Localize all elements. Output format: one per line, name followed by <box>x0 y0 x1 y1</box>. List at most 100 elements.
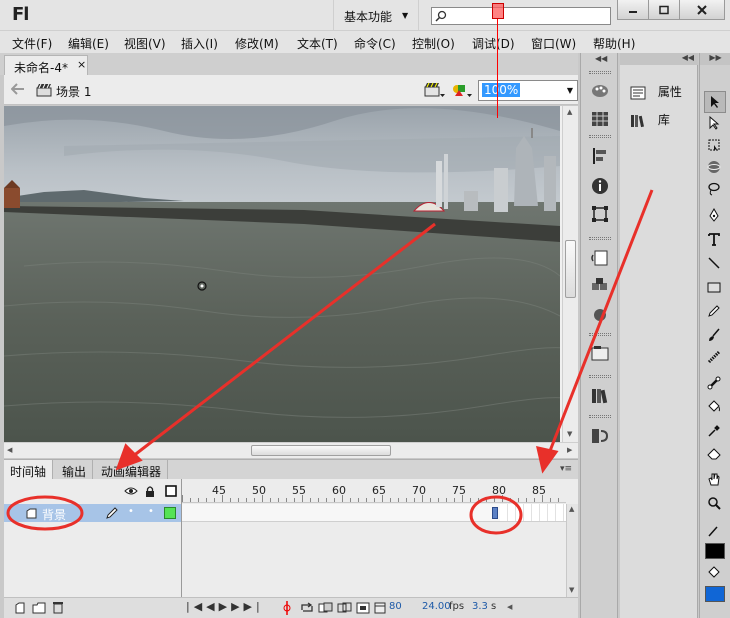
scroll-up-icon[interactable]: ▲ <box>567 108 572 116</box>
selection-tool[interactable] <box>704 91 726 113</box>
library-tab[interactable]: 库 <box>630 111 670 128</box>
tab-output[interactable]: 输出 <box>56 460 94 480</box>
tab-motion-editor[interactable]: 动画编辑器 <box>95 460 169 480</box>
search-input[interactable] <box>431 7 611 25</box>
chevron-down-icon[interactable]: ▼ <box>567 86 573 95</box>
dock-grip[interactable] <box>589 375 611 378</box>
playback-controls[interactable]: |◀◀▶▶▶| <box>186 600 264 613</box>
3d-rotation-tool[interactable] <box>704 157 726 179</box>
dock-grip[interactable] <box>589 415 611 418</box>
info-icon[interactable] <box>591 177 609 195</box>
menu-help[interactable]: 帮助(H) <box>593 35 635 52</box>
stage-hscroll-thumb[interactable] <box>251 445 391 456</box>
center-frame-icon[interactable] <box>282 601 292 615</box>
stage-vscroll-thumb[interactable] <box>565 240 576 298</box>
eye-icon[interactable] <box>124 486 138 496</box>
modify-onion-markers-icon[interactable] <box>374 602 386 614</box>
new-folder-icon[interactable] <box>32 602 46 614</box>
motion-presets-icon[interactable] <box>591 307 609 323</box>
minimize-button[interactable] <box>617 0 649 20</box>
frames-row[interactable] <box>182 504 566 522</box>
menu-insert[interactable]: 插入(I) <box>181 35 218 52</box>
stage-photo-sea-cityscape[interactable] <box>4 106 560 442</box>
layer-name[interactable]: 背景 <box>42 506 66 523</box>
scroll-left-icon[interactable]: ◀ <box>7 446 12 454</box>
zoom-select[interactable]: 100% ▼ <box>478 80 578 101</box>
dock-grip[interactable] <box>589 237 611 240</box>
dock-grip[interactable] <box>589 135 611 138</box>
edit-symbols-icon[interactable] <box>451 81 473 99</box>
frame-ruler[interactable]: 45 50 55 60 65 70 75 80 85 <box>182 479 566 503</box>
color-panel-icon[interactable] <box>591 83 609 99</box>
line-tool[interactable] <box>704 253 726 275</box>
maximize-button[interactable] <box>648 0 680 20</box>
subselection-tool[interactable] <box>704 113 726 135</box>
swatches-icon[interactable] <box>591 111 609 127</box>
bone-tool[interactable] <box>704 373 726 395</box>
menu-modify[interactable]: 修改(M) <box>235 35 279 52</box>
document-tab[interactable]: 未命名-4* × <box>4 55 88 75</box>
menu-commands[interactable]: 命令(C) <box>354 35 396 52</box>
scene-label[interactable]: 场景 1 <box>56 83 91 100</box>
menu-edit[interactable]: 编辑(E) <box>68 35 109 52</box>
menu-control[interactable]: 控制(O) <box>412 35 455 52</box>
fill-color-swatch[interactable] <box>705 586 725 602</box>
current-frame-value[interactable]: 80 <box>389 601 402 612</box>
layer-row-background[interactable]: 背景 • • <box>4 504 181 522</box>
stroke-color-swatch[interactable] <box>705 543 725 559</box>
onion-skin-outlines-icon[interactable] <box>337 602 353 614</box>
scroll-down-icon[interactable]: ▼ <box>569 586 574 594</box>
zoom-tool[interactable] <box>704 493 726 515</box>
hand-tool[interactable] <box>704 469 726 491</box>
panel-collapse-bar[interactable]: ◀◀ <box>620 53 698 65</box>
library-icon[interactable] <box>591 387 609 405</box>
menu-view[interactable]: 视图(V) <box>124 35 166 52</box>
menu-debug[interactable]: 调试(D) <box>472 35 515 52</box>
zoom-value[interactable]: 100% <box>482 83 521 97</box>
scroll-up-icon[interactable]: ▲ <box>569 505 574 513</box>
rectangle-tool[interactable] <box>704 277 726 299</box>
text-tool[interactable] <box>704 229 726 251</box>
lock-dot-icon[interactable]: • <box>148 506 154 517</box>
layer-outline-color-swatch[interactable] <box>164 507 176 519</box>
close-window-button[interactable] <box>679 0 725 20</box>
fill-color-tool[interactable] <box>704 563 726 585</box>
pen-tool[interactable] <box>704 205 726 227</box>
behaviors-icon[interactable] <box>591 427 609 445</box>
scroll-left-icon[interactable]: ◀ <box>507 603 512 611</box>
brush-tool[interactable] <box>704 325 726 347</box>
properties-tab[interactable]: 属性 <box>630 83 682 100</box>
new-layer-icon[interactable] <box>14 602 26 614</box>
project-icon[interactable] <box>591 345 609 363</box>
components-icon[interactable] <box>591 277 609 295</box>
menu-window[interactable]: 窗口(W) <box>531 35 576 52</box>
keyframe[interactable] <box>492 507 498 519</box>
stage-horizontal-scrollbar[interactable]: ◀ ▶ <box>4 442 578 458</box>
scroll-down-icon[interactable]: ▼ <box>567 430 572 438</box>
dock-grip[interactable] <box>589 71 611 74</box>
code-snippets-icon[interactable] <box>591 249 609 267</box>
deco-tool[interactable] <box>704 347 726 369</box>
tab-timeline[interactable]: 时间轴 <box>4 460 54 480</box>
tools-collapse-bar[interactable]: ▶▶ <box>700 53 730 65</box>
close-tab-icon[interactable]: × <box>77 58 86 71</box>
menu-text[interactable]: 文本(T) <box>297 35 338 52</box>
edit-multiple-frames-icon[interactable] <box>356 602 370 614</box>
pencil-tool[interactable] <box>704 301 726 323</box>
stage[interactable]: ▲ ▼ <box>4 106 578 442</box>
dock-grip[interactable] <box>589 333 611 336</box>
edit-scene-icon[interactable] <box>424 81 446 99</box>
paint-bucket-tool[interactable] <box>704 397 726 419</box>
menu-file[interactable]: 文件(F) <box>12 35 52 52</box>
onion-skin-icon[interactable] <box>318 602 334 614</box>
frame-rate-value[interactable]: 24.00 <box>422 601 451 612</box>
transform-icon[interactable] <box>591 205 609 223</box>
timeline-vertical-scrollbar[interactable]: ▲ ▼ <box>566 504 578 597</box>
collapse-icon[interactable]: ◀◀ <box>595 54 607 63</box>
loop-icon[interactable] <box>299 602 315 614</box>
visible-dot-icon[interactable]: • <box>128 506 134 517</box>
lock-icon[interactable] <box>145 485 155 497</box>
eyedropper-tool[interactable] <box>704 421 726 443</box>
workspace-switcher[interactable]: 基本功能 ▼ <box>333 0 419 31</box>
back-arrow-icon[interactable] <box>11 83 25 95</box>
